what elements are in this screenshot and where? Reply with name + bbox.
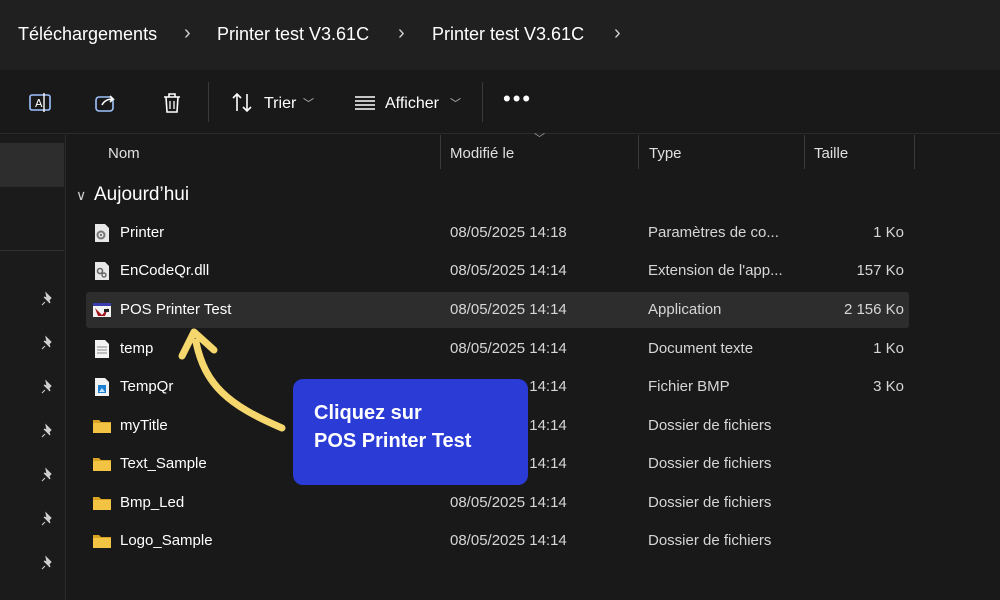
breadcrumb-item-printer-test-current[interactable]: Printer test V3.61C [432,24,584,45]
column-header-modified[interactable]: Modifié le [450,145,514,162]
file-type: Document texte [648,340,754,357]
chevron-down-icon[interactable]: ∨ [76,187,94,204]
column-separator[interactable] [440,135,441,169]
column-header-name[interactable]: Nom [108,145,140,162]
view-button[interactable]: Afficher [385,95,439,113]
instruction-callout: Cliquez sur POS Printer Test [293,379,528,485]
file-row[interactable]: Logo_Sample 08/05/2025 14:14 Dossier de … [86,523,909,559]
file-size: 1 Ko [873,224,904,241]
sort-caret-icon: ﹀ [534,133,545,145]
file-name: TempQr [120,378,174,395]
column-header-size[interactable]: Taille [814,145,848,162]
group-label: Aujourd’hui [94,184,190,205]
column-header-type[interactable]: Type [649,145,682,162]
file-row[interactable]: EnCodeQr.dll 08/05/2025 14:14 Extension … [86,253,909,289]
file-modified: 08/05/2025 14:14 [450,494,567,511]
column-separator[interactable] [638,135,639,169]
file-type: Paramètres de co... [648,224,779,241]
svg-text:A: A [35,97,43,110]
file-type: Dossier de fichiers [648,455,772,472]
navigation-pane [0,135,66,600]
file-type: Fichier BMP [648,378,730,395]
column-separator[interactable] [914,135,915,169]
file-name: POS Printer Test [120,301,232,318]
file-size: 3 Ko [873,378,904,395]
pin-icon[interactable] [40,555,56,571]
file-size: 2 156 Ko [843,301,904,318]
file-size: 1 Ko [873,340,904,357]
chevron-right-icon[interactable]: › [184,22,191,45]
column-separator[interactable] [804,135,805,169]
more-options-button[interactable]: ••• [503,86,532,112]
pin-icon[interactable] [40,423,56,439]
nav-item-selected[interactable] [0,143,64,187]
file-modified: 08/05/2025 14:18 [450,224,567,241]
pin-icon[interactable] [40,511,56,527]
file-size: 157 Ko [856,262,904,279]
file-modified: 08/05/2025 14:14 [450,262,567,279]
chevron-right-icon[interactable]: › [614,22,621,45]
sort-button[interactable]: Trier [264,95,296,113]
text-document-icon [95,340,109,358]
sort-icon[interactable] [230,90,256,116]
pin-icon[interactable] [40,335,56,351]
file-name: Text_Sample [120,455,207,472]
view-icon[interactable] [352,90,378,116]
folder-icon [93,497,111,510]
file-row[interactable]: Printer 08/05/2025 14:18 Paramètres de c… [86,215,909,251]
file-type: Dossier de fichiers [648,494,772,511]
breadcrumb-item-printer-test[interactable]: Printer test V3.61C [217,24,369,45]
file-type: Dossier de fichiers [648,417,772,434]
file-modified: 08/05/2025 14:14 [450,532,567,549]
trash-icon[interactable] [159,90,185,116]
folder-icon [93,420,111,433]
toolbar-separator [208,82,209,122]
file-type: Application [648,301,722,318]
callout-line-2: POS Printer Test [314,430,472,452]
command-bar: A Trier ﹀ Afficher ﹀ ••• [0,70,1000,134]
file-row-selected[interactable]: POS Printer Test 08/05/2025 14:14 Applic… [86,292,909,328]
application-icon [93,303,111,317]
chevron-down-icon[interactable]: ﹀ [450,95,461,111]
bmp-image-icon [95,378,109,396]
file-row[interactable]: temp 08/05/2025 14:14 Document texte 1 K… [86,331,909,367]
pin-icon[interactable] [40,467,56,483]
nav-divider [0,250,64,251]
file-name: Bmp_Led [120,494,185,511]
file-name: EnCodeQr.dll [120,262,210,279]
folder-icon [93,535,111,548]
file-name: myTitle [120,417,168,434]
file-type: Dossier de fichiers [648,532,772,549]
file-type: Extension de l'app... [648,262,783,279]
toolbar-separator [482,82,483,122]
folder-icon [93,458,111,471]
file-name: Printer [120,224,165,241]
file-name: temp [120,340,154,357]
pin-icon[interactable] [40,291,56,307]
dll-file-icon [95,262,109,280]
chevron-right-icon[interactable]: › [398,22,405,45]
pin-icon[interactable] [40,379,56,395]
chevron-down-icon[interactable]: ﹀ [303,95,314,111]
file-modified: 08/05/2025 14:14 [450,340,567,357]
breadcrumb-item-downloads[interactable]: Téléchargements [18,24,157,45]
share-icon[interactable] [93,90,119,116]
group-header-today[interactable]: ∨ Aujourd’hui [76,184,189,206]
callout-line-1: Cliquez sur [314,402,422,424]
file-modified: 08/05/2025 14:14 [450,301,567,318]
rename-icon[interactable]: A [27,90,53,116]
settings-file-icon [95,224,109,242]
file-name: Logo_Sample [120,532,213,549]
file-row[interactable]: Bmp_Led 08/05/2025 14:14 Dossier de fich… [86,485,909,521]
address-bar: Téléchargements › Printer test V3.61C › … [0,0,1000,70]
